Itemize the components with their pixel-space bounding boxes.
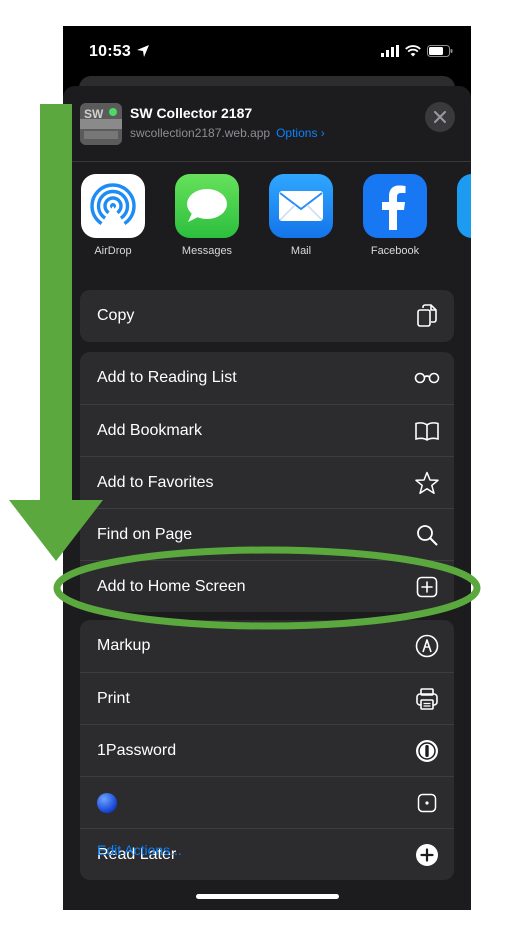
book-icon <box>414 418 440 444</box>
markup-icon <box>414 633 440 659</box>
facebook-icon <box>363 174 427 238</box>
app-messages[interactable]: Messages <box>167 174 247 257</box>
blue-dot-icon <box>97 792 117 813</box>
actions-group-2: Markup Print 1Password Read Later <box>80 620 454 880</box>
action-markup[interactable]: Markup <box>80 620 454 672</box>
action-add-to-favorites[interactable]: Add to Favorites <box>80 456 454 508</box>
dot-square-icon <box>414 790 440 816</box>
site-url: swcollection2187.web.app <box>130 126 271 140</box>
action-add-to-reading-list[interactable]: Add to Reading List <box>80 352 454 404</box>
printer-icon <box>414 686 440 712</box>
copy-group: Copy <box>80 290 454 342</box>
battery-icon <box>427 45 453 57</box>
plus-square-icon <box>414 574 440 600</box>
close-button[interactable] <box>425 102 455 132</box>
app-label: Messages <box>181 245 233 257</box>
wifi-icon <box>405 45 421 57</box>
star-icon <box>414 470 440 496</box>
phone-screen: 10:53 SW SW Collector 2187 swcollection2… <box>63 26 471 910</box>
app-label: Facebook <box>370 245 420 257</box>
airdrop-icon <box>81 174 145 238</box>
action-label: Markup <box>97 637 151 654</box>
site-logo-icon: SW <box>80 103 122 145</box>
copy-icon <box>414 303 440 329</box>
action-label: Add to Home Screen <box>97 577 246 595</box>
onepassword-icon <box>414 738 440 764</box>
app-facebook[interactable]: Facebook <box>355 174 435 257</box>
action-add-bookmark[interactable]: Add Bookmark <box>80 404 454 456</box>
edit-actions-link[interactable]: Edit Actions... <box>97 842 182 858</box>
app-twitter[interactable]: T <box>449 174 471 257</box>
status-bar: 10:53 <box>63 26 471 76</box>
app-label: AirDrop <box>94 245 132 257</box>
app-label: Mail <box>290 245 312 257</box>
action-label: Find on Page <box>97 525 193 543</box>
action-unnamed-extension[interactable] <box>80 776 454 828</box>
home-indicator <box>196 894 339 899</box>
app-label: T <box>449 245 471 257</box>
action-1password[interactable]: 1Password <box>80 724 454 776</box>
action-label: Add Bookmark <box>97 421 202 439</box>
status-icons <box>381 45 453 57</box>
messages-icon <box>175 174 239 238</box>
actions-group-1: Add to Reading List Add Bookmark Add to … <box>80 352 454 612</box>
search-icon <box>414 522 440 548</box>
action-add-to-home-screen[interactable]: Add to Home Screen <box>80 560 454 612</box>
site-title: SW Collector 2187 <box>130 105 253 121</box>
action-label: Add to Reading List <box>97 369 237 386</box>
cellular-signal-icon <box>381 45 399 57</box>
app-mail[interactable]: Mail <box>261 174 341 257</box>
site-url-line: swcollection2187.web.app Options › <box>130 126 325 140</box>
action-label: Add to Favorites <box>97 473 214 491</box>
plus-circle-icon <box>414 842 440 868</box>
action-copy[interactable]: Copy <box>80 290 454 342</box>
share-sheet-header: SW SW Collector 2187 swcollection2187.we… <box>63 86 471 162</box>
options-link[interactable]: Options › <box>276 126 325 140</box>
action-label: 1Password <box>97 741 177 759</box>
action-print[interactable]: Print <box>80 672 454 724</box>
status-time: 10:53 <box>89 43 131 60</box>
twitter-icon <box>457 174 471 238</box>
location-arrow-icon <box>137 45 149 57</box>
svg-text:SW: SW <box>84 107 104 121</box>
share-sheet: SW SW Collector 2187 swcollection2187.we… <box>63 86 471 910</box>
action-label: Print <box>97 689 130 707</box>
action-label: Copy <box>97 307 135 324</box>
close-icon <box>434 111 446 123</box>
share-apps-row: AirDrop Messages Mail Facebook <box>63 174 471 264</box>
mail-icon <box>269 174 333 238</box>
site-thumbnail: SW <box>80 103 122 145</box>
glasses-icon <box>414 365 440 391</box>
app-airdrop[interactable]: AirDrop <box>73 174 153 257</box>
action-find-on-page[interactable]: Find on Page <box>80 508 454 560</box>
